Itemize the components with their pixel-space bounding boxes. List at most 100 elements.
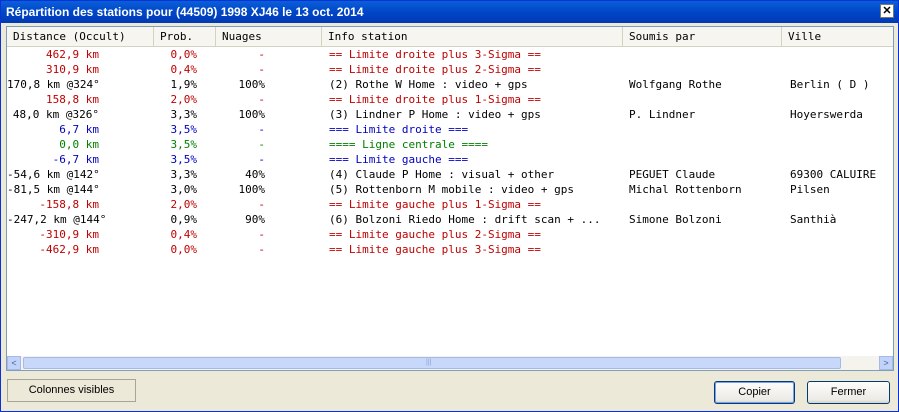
cell-ville: Santhià (790, 213, 837, 226)
cell-info: == Limite droite plus 1-Sigma == (329, 93, 541, 106)
cell-distance: -54,6 km @142° (7, 168, 100, 181)
column-header-distance[interactable]: Distance (Occult) (7, 27, 154, 46)
cell-nuages: - (258, 228, 265, 241)
cell-distance: -310,9 km (39, 228, 99, 241)
cell-prob: 3,0% (170, 183, 198, 196)
station-distribution-window: Répartition des stations pour (44509) 19… (0, 0, 899, 412)
table-row[interactable]: 0,0 km 3,5% - ==== Ligne centrale ==== (7, 137, 893, 152)
cell-soumis: Michal Rottenborn (629, 183, 742, 196)
cell-nuages: - (258, 123, 265, 136)
cell-info: (5) Rottenborn M mobile : video + gps (329, 183, 575, 196)
cell-prob: 0,0% (170, 243, 198, 256)
cell-info: == Limite gauche plus 1-Sigma == (329, 198, 541, 211)
cell-distance: 170,8 km @324° (7, 78, 100, 91)
cell-distance: -462,9 km (39, 243, 99, 256)
column-header-ville[interactable]: Ville (782, 27, 893, 46)
cell-prob: 0,4% (170, 228, 198, 241)
cell-nuages: - (258, 93, 265, 106)
horizontal-scrollbar[interactable]: < ||| > (7, 356, 893, 370)
cell-soumis: Simone Bolzoni (629, 213, 722, 226)
scrollbar-thumb[interactable]: ||| (23, 357, 841, 369)
cell-nuages: - (258, 138, 265, 151)
column-header-nuages[interactable]: Nuages (216, 27, 322, 46)
table-row[interactable]: -247,2 km @144° 0,9% 90% (6) Bolzoni Riedo … (7, 212, 893, 227)
cell-ville: Berlin ( D ) (790, 78, 870, 91)
column-header-soumis[interactable]: Soumis par (623, 27, 782, 46)
cell-info: == Limite gauche plus 3-Sigma == (329, 243, 541, 256)
cell-info: (3) Lindner P Home : video + gps (329, 108, 541, 121)
copy-button[interactable]: Copier (714, 381, 795, 404)
cell-nuages: 40% (245, 168, 265, 181)
cell-info: === Limite droite === (329, 123, 469, 136)
cell-info: == Limite droite plus 3-Sigma == (329, 48, 541, 61)
cell-info: == Limite droite plus 2-Sigma == (329, 63, 541, 76)
scroll-right-icon[interactable]: > (879, 356, 893, 370)
cell-distance: -247,2 km @144° (7, 213, 107, 226)
cell-ville: Pilsen (790, 183, 830, 196)
cell-distance: -81,5 km @144° (7, 183, 100, 196)
cell-info: ==== Ligne centrale ==== (329, 138, 488, 151)
list-rows: 462,9 km 0,0% - == Limite droite plus 3-Sig… (7, 47, 893, 257)
cell-info: (2) Rothe W Home : video + gps (329, 78, 528, 91)
cell-prob: 0,9% (170, 213, 198, 226)
cell-distance: 158,8 km (46, 93, 99, 106)
cell-info: (4) Claude P Home : visual + other (329, 168, 555, 181)
stations-list: Distance (Occult) Prob. Nuages Info stat… (6, 26, 894, 371)
cell-soumis: Wolfgang Rothe (629, 78, 722, 91)
cell-prob: 3,5% (170, 123, 198, 136)
table-row[interactable]: 48,0 km @326° 3,3% 100% (3) Lindner P Home … (7, 107, 893, 122)
cell-ville: 69300 CALUIRE (790, 168, 877, 181)
table-row[interactable]: 310,9 km 0,4% - == Limite droite plus 2-Sig… (7, 62, 893, 77)
cell-distance: 462,9 km (46, 48, 99, 61)
cell-info: == Limite gauche plus 2-Sigma == (329, 228, 541, 241)
cell-nuages: - (258, 153, 265, 166)
cell-ville: Hoyerswerda (790, 108, 863, 121)
title-bar[interactable]: Répartition des stations pour (44509) 19… (1, 1, 898, 23)
cell-prob: 1,9% (170, 78, 198, 91)
cell-nuages: 100% (238, 183, 266, 196)
cell-distance: 0,0 km (59, 138, 99, 151)
table-row[interactable]: -462,9 km 0,0% - == Limite gauche plus 3-Si… (7, 242, 893, 257)
cell-soumis: PEGUET Claude (629, 168, 716, 181)
cell-nuages: - (258, 198, 265, 211)
cell-prob: 3,3% (170, 108, 198, 121)
cell-nuages: 90% (245, 213, 265, 226)
cell-nuages: 100% (238, 108, 266, 121)
table-row[interactable]: -81,5 km @144° 3,0% 100% (5) Rottenborn M m… (7, 182, 893, 197)
cell-distance: -158,8 km (39, 198, 99, 211)
close-button[interactable]: Fermer (807, 381, 890, 404)
list-header: Distance (Occult) Prob. Nuages Info stat… (7, 27, 893, 47)
table-row[interactable]: -310,9 km 0,4% - == Limite gauche plus 2-Si… (7, 227, 893, 242)
cell-info: (6) Bolzoni Riedo Home : drift scan + ..… (329, 213, 601, 226)
scroll-left-icon[interactable]: < (7, 356, 21, 370)
cell-prob: 2,0% (170, 93, 198, 106)
table-row[interactable]: -158,8 km 2,0% - == Limite gauche plus 1-Si… (7, 197, 893, 212)
cell-distance: 48,0 km @326° (12, 108, 99, 121)
table-row[interactable]: 462,9 km 0,0% - == Limite droite plus 3-Sig… (7, 47, 893, 62)
table-row[interactable]: 6,7 km 3,5% - === Limite droite === (7, 122, 893, 137)
cell-nuages: - (258, 48, 265, 61)
column-header-prob[interactable]: Prob. (154, 27, 216, 46)
cell-nuages: - (258, 243, 265, 256)
visible-columns-button[interactable]: Colonnes visibles (7, 379, 136, 402)
cell-prob: 3,3% (170, 168, 198, 181)
cell-nuages: - (258, 63, 265, 76)
close-window-icon[interactable]: ✕ (880, 4, 894, 18)
scrollbar-grip-icon: ||| (426, 359, 432, 366)
cell-distance: -6,7 km (52, 153, 99, 166)
cell-prob: 3,5% (170, 138, 198, 151)
cell-distance: 310,9 km (46, 63, 99, 76)
window-title: Répartition des stations pour (44509) 19… (6, 5, 364, 19)
cell-prob: 2,0% (170, 198, 198, 211)
cell-prob: 3,5% (170, 153, 198, 166)
column-header-info[interactable]: Info station (322, 27, 623, 46)
cell-distance: 6,7 km (59, 123, 99, 136)
table-row[interactable]: 158,8 km 2,0% - == Limite droite plus 1-Sig… (7, 92, 893, 107)
table-row[interactable]: -6,7 km 3,5% - === Limite gauche === (7, 152, 893, 167)
cell-prob: 0,0% (170, 48, 198, 61)
cell-info: === Limite gauche === (329, 153, 469, 166)
cell-prob: 0,4% (170, 63, 198, 76)
table-row[interactable]: 170,8 km @324° 1,9% 100% (2) Rothe W Home :… (7, 77, 893, 92)
cell-soumis: P. Lindner (629, 108, 696, 121)
table-row[interactable]: -54,6 km @142° 3,3% 40% (4) Claude P Home :… (7, 167, 893, 182)
